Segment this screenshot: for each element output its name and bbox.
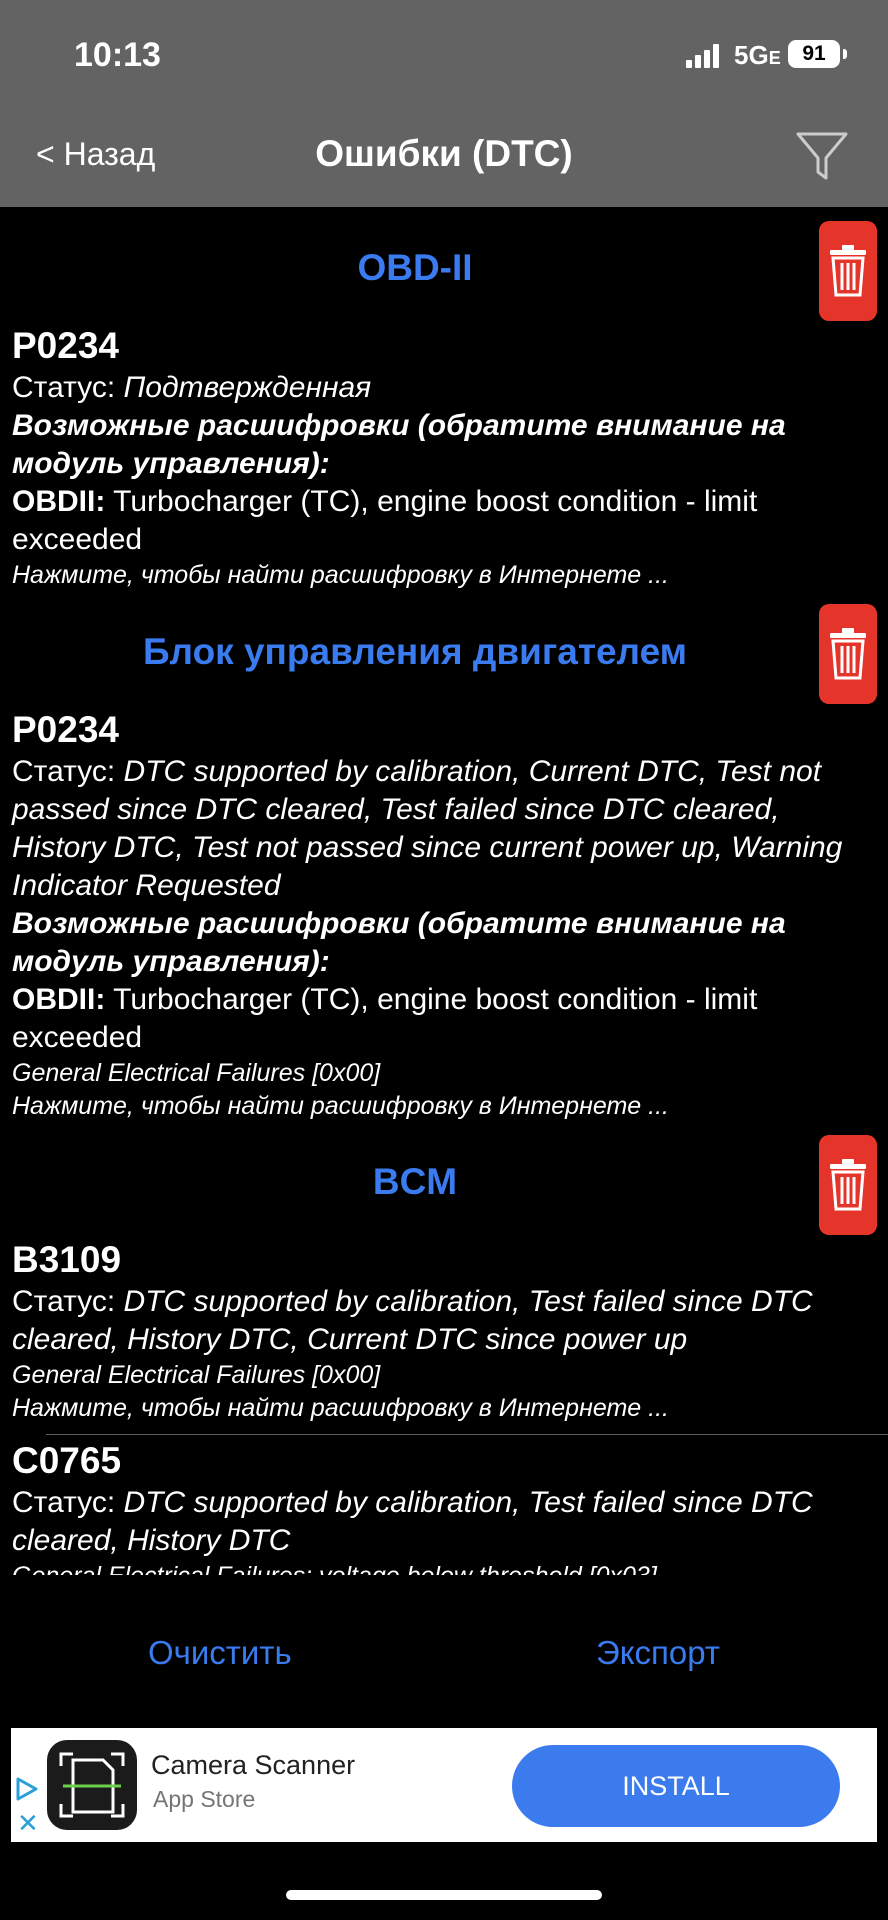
navigation-header: 10:13 5GE 91 < Назад Ошибки (DTC) [0,0,888,207]
status-value: DTC supported by calibration, Current DT… [12,755,843,902]
delete-section-button[interactable] [819,604,877,704]
dtc-status: Статус: DTC supported by calibration, Te… [12,1484,872,1560]
battery-tip [843,49,847,59]
trash-icon [830,245,866,297]
dtc-code: C0765 [12,1440,122,1481]
dtc-status: Статус: DTC supported by calibration, Te… [12,1283,872,1359]
row-divider [46,1434,888,1435]
delete-section-button[interactable] [819,1135,877,1235]
app-icon [47,1740,137,1830]
dtc-list[interactable]: OBD-II P0234 Статус: Подтвержденная Возм… [0,207,888,1575]
camera-scanner-icon [59,1752,125,1818]
dtc-entry[interactable]: P0234 Статус: DTC supported by calibrati… [12,709,872,1123]
obd-description: OBDII: Turbocharger (TC), engine boost c… [12,483,872,559]
status-label: Статус: [12,371,116,404]
status-label: Статус: [12,1486,116,1519]
filter-icon[interactable] [794,128,850,184]
obd-label: OBDII: [12,485,106,518]
dtc-entry[interactable]: B3109 Статус: DTC supported by calibrati… [12,1239,872,1425]
dtc-status: Статус: DTC supported by calibration, Cu… [12,753,872,905]
bottom-actions: Очистить Экспорт [0,1620,888,1690]
home-indicator[interactable] [286,1890,602,1900]
dtc-entry[interactable]: C0765 Статус: DTC supported by calibrati… [12,1440,872,1575]
dtc-status: Статус: Подтвержденная [12,369,872,407]
search-online-link[interactable]: Нажмите, чтобы найти расшифровку в Интер… [12,1392,872,1425]
battery-icon: 91 [788,40,840,68]
export-button[interactable]: Экспорт [596,1634,720,1672]
decode-heading: Возможные расшифровки (обратите внимание… [12,907,786,978]
obd-text: Turbocharger (TC), engine boost conditio… [12,983,758,1054]
network-label: 5G [734,40,769,70]
section-title-obd2: OBD-II [357,247,473,288]
network-suffix: E [768,48,781,68]
ad-app-name: Camera Scanner [151,1750,356,1780]
search-online-link[interactable]: Нажмите, чтобы найти расшифровку в Интер… [12,559,872,592]
ad-banner[interactable]: ✕ Camera Scanner App Store INSTALL [11,1728,877,1842]
status-value: DTC supported by calibration, Test faile… [12,1285,813,1356]
status-time: 10:13 [74,36,161,74]
status-label: Статус: [12,1285,116,1318]
cellular-signal-icon [686,44,719,68]
search-online-link[interactable]: Нажмите, чтобы найти расшифровку в Интер… [12,1090,872,1123]
failure-type: General Electrical Failures: voltage bel… [12,1560,872,1575]
delete-section-button[interactable] [819,221,877,321]
section-title-ecu: Блок управления двигателем [142,631,688,672]
status-label: Статус: [12,755,116,788]
network-type: 5GE [734,40,781,71]
install-button[interactable]: INSTALL [512,1745,840,1827]
obd-description: OBDII: Turbocharger (TC), engine boost c… [12,981,872,1057]
page-title: Ошибки (DTC) [315,133,573,174]
clear-button[interactable]: Очистить [148,1634,292,1672]
dtc-code: P0234 [12,325,119,366]
trash-icon [830,1159,866,1211]
failure-type: General Electrical Failures [0x00] [12,1059,381,1087]
section-title-bcm: BCM [372,1161,458,1202]
obd-label: OBDII: [12,983,106,1016]
dtc-code: P0234 [12,709,119,750]
ad-close-icon[interactable]: ✕ [17,1810,39,1836]
failure-type: General Electrical Failures [0x00] [12,1361,381,1389]
dtc-code: B3109 [12,1239,122,1280]
ad-choices-icon[interactable] [15,1776,39,1802]
status-value: DTC supported by calibration, Test faile… [12,1486,813,1557]
ad-store-label: App Store [153,1786,256,1812]
dtc-entry[interactable]: P0234 Статус: Подтвержденная Возможные р… [12,325,872,592]
trash-icon [830,628,866,680]
obd-text: Turbocharger (TC), engine boost conditio… [12,485,758,556]
status-value: Подтвержденная [123,371,372,404]
decode-heading: Возможные расшифровки (обратите внимание… [12,409,786,480]
